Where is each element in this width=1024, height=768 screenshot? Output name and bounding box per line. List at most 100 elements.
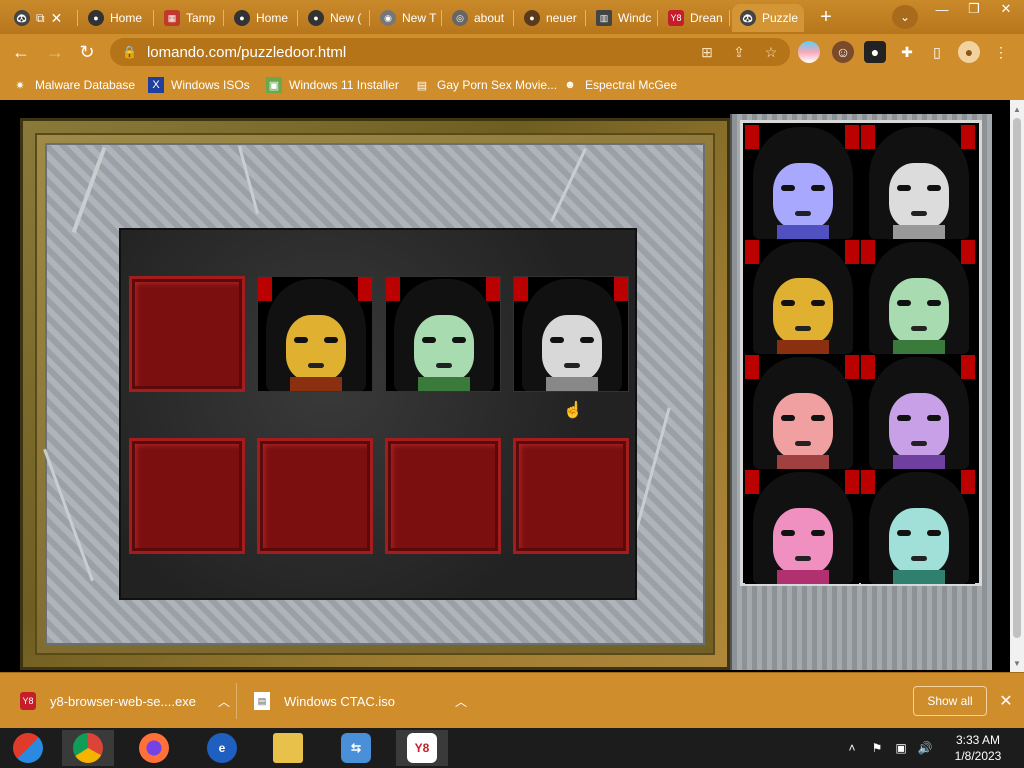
network-icon: ⇆: [341, 733, 371, 763]
tab-0[interactable]: 🐼 ⧉ ✕: [6, 4, 78, 32]
y8-icon: Y8: [407, 733, 437, 763]
curtain-right: [961, 240, 975, 264]
face-piece[interactable]: [861, 240, 975, 354]
address-bar[interactable]: 🔒 lomando.com/puzzledoor.html ⊞ ⇪ ☆: [110, 38, 790, 66]
taskbar-firefox[interactable]: [128, 730, 180, 766]
web-page: ☝: [0, 100, 1024, 672]
face-piece[interactable]: [745, 355, 859, 469]
profile-icon[interactable]: ●: [958, 41, 980, 63]
bookmark-windows-11-installer[interactable]: ▣ Windows 11 Installer: [266, 76, 399, 94]
new-tab-button[interactable]: +: [813, 6, 839, 28]
bookmark-movie[interactable]: ▤ Gay Porn Sex Movie...: [414, 76, 557, 94]
side-panel-icon[interactable]: ▯: [926, 41, 948, 63]
share-icon[interactable]: ⇪: [728, 42, 750, 62]
download-item-iso[interactable]: ▤ Windows CTAC.iso ︿: [254, 687, 467, 715]
translate-icon[interactable]: ⊞: [696, 42, 718, 62]
tab-5[interactable]: ◉ New T: [372, 4, 442, 32]
tab-active-puzzle[interactable]: 🐼 Puzzle: [732, 4, 804, 32]
restore-button[interactable]: ❐: [958, 0, 990, 18]
tab-1[interactable]: ● Home: [80, 4, 154, 32]
left-eye: [897, 185, 911, 191]
taskbar-internet-explorer[interactable]: e: [196, 730, 248, 766]
bookmark-malware-database[interactable]: ✷ Malware Database: [12, 76, 135, 94]
start-button[interactable]: [2, 730, 54, 766]
face-piece[interactable]: [861, 355, 975, 469]
face-piece[interactable]: [745, 240, 859, 354]
menu-kebab-icon[interactable]: ⋮: [990, 41, 1012, 63]
empty-slot[interactable]: [129, 276, 245, 392]
scroll-down-icon[interactable]: ▼: [1010, 656, 1024, 670]
right-eye: [324, 337, 338, 343]
star-icon[interactable]: ☆: [760, 42, 782, 62]
reload-button[interactable]: ↻: [74, 40, 100, 64]
tab-6[interactable]: ◎ about: [444, 4, 514, 32]
face-shape: [889, 393, 949, 459]
back-button[interactable]: ←: [8, 40, 34, 64]
face-piece[interactable]: [861, 125, 975, 239]
empty-slot[interactable]: [513, 438, 629, 554]
tray-overflow-icon[interactable]: ˄: [846, 738, 858, 758]
empty-slot[interactable]: [257, 438, 373, 554]
tab-9[interactable]: Y8 Drean: [660, 4, 730, 32]
close-icon[interactable]: ✕: [51, 10, 63, 27]
face-piece[interactable]: [257, 276, 373, 392]
flag-icon[interactable]: ⚑: [868, 738, 886, 758]
face-piece[interactable]: [385, 276, 501, 392]
tab-7[interactable]: ● neuer: [516, 4, 586, 32]
close-window-button[interactable]: ✕: [990, 0, 1022, 18]
extension-panda-icon[interactable]: ●: [864, 41, 886, 63]
taskbar-file-explorer[interactable]: [262, 730, 314, 766]
show-all-button[interactable]: Show all: [913, 686, 987, 716]
scrollbar-thumb[interactable]: [1013, 118, 1021, 638]
download-item-y8[interactable]: Y8 y8-browser-web-se....exe ︿: [20, 687, 230, 715]
scroll-up-icon[interactable]: ▲: [1010, 102, 1024, 116]
taskbar-y8-browser[interactable]: Y8: [396, 730, 448, 766]
face-piece[interactable]: [745, 470, 859, 584]
close-downloads-button[interactable]: ✕: [996, 691, 1016, 711]
taskbar-chrome[interactable]: [62, 730, 114, 766]
volume-icon[interactable]: 🔊: [916, 738, 934, 758]
face-piece[interactable]: [745, 125, 859, 239]
bookmark-espectral-mcgee[interactable]: ☻ Espectral McGee: [562, 76, 677, 94]
bookmark-windows-isos[interactable]: X Windows ISOs: [148, 76, 250, 94]
puzzle-door-frame: [20, 118, 730, 670]
tab-label: Windc: [618, 11, 652, 25]
minimize-button[interactable]: —: [926, 0, 958, 18]
collar: [418, 377, 470, 391]
tab-4[interactable]: ● New (: [300, 4, 370, 32]
chevron-up-icon[interactable]: ︿: [218, 693, 230, 710]
face-shape: [773, 278, 833, 344]
mouth: [436, 363, 452, 368]
curtain-right: [845, 125, 859, 149]
taskbar-network[interactable]: ⇆: [330, 730, 382, 766]
face-shape: [414, 315, 474, 381]
empty-slot[interactable]: [129, 438, 245, 554]
chevron-up-icon[interactable]: ︿: [455, 693, 467, 710]
empty-slot[interactable]: [385, 438, 501, 554]
tab-2[interactable]: ▦ Tamp: [156, 4, 224, 32]
tab-separator: [369, 10, 370, 26]
tab-8[interactable]: ▥ Windc: [588, 4, 658, 32]
puzzle-board: [119, 228, 637, 600]
extension-flag-icon[interactable]: [798, 41, 820, 63]
curtain-right: [961, 470, 975, 494]
face-shape: [889, 278, 949, 344]
page-scrollbar[interactable]: ▲ ▼: [1010, 100, 1024, 672]
tab-3[interactable]: ● Home: [226, 4, 298, 32]
network-status-icon[interactable]: ▣: [892, 738, 910, 758]
face-piece[interactable]: [513, 276, 629, 392]
forward-button[interactable]: →: [42, 40, 68, 64]
download-name: y8-browser-web-se....exe: [50, 693, 196, 709]
face-piece[interactable]: [861, 470, 975, 584]
left-eye: [422, 337, 436, 343]
crack-decoration: [550, 148, 587, 222]
extensions-puzzle-icon[interactable]: ✚: [896, 41, 918, 63]
curtain-left: [258, 277, 272, 301]
system-clock[interactable]: 3:33 AM 1/8/2023: [940, 732, 1016, 764]
mouth: [564, 363, 580, 368]
curtain-left: [745, 125, 759, 149]
tab-search-button[interactable]: ⌄: [892, 5, 918, 29]
extension-avatar-icon[interactable]: ☺: [832, 41, 854, 63]
file-icon: ▤: [254, 692, 270, 710]
tab-strip: 🐼 ⧉ ✕ ● Home ▦ Tamp ● Home ● New ( ◉ New…: [0, 0, 1024, 34]
